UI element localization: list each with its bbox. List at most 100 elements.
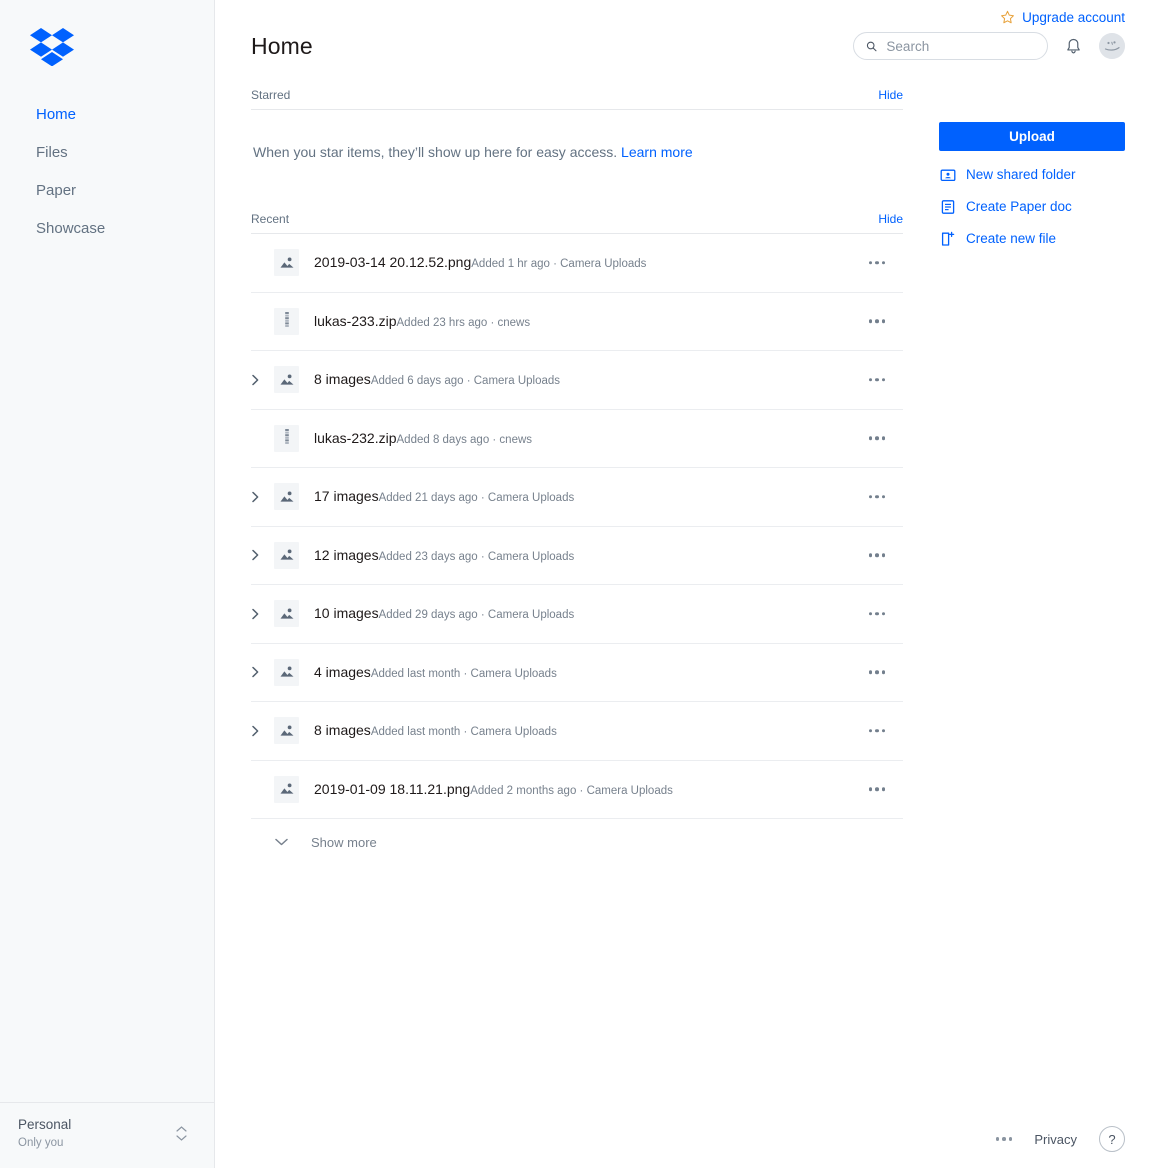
create-new-file-label: Create new file xyxy=(966,231,1057,246)
file-meta: 12 imagesAdded 23 days ago · Camera Uplo… xyxy=(314,546,903,565)
shared-folder-icon xyxy=(939,166,956,183)
table-row[interactable]: lukas-232.zipAdded 8 days ago · cnews xyxy=(251,410,903,468)
action-panel: Upload New shared folder Create Paper do… xyxy=(939,122,1125,247)
image-file-icon xyxy=(274,483,299,511)
expand-toggle[interactable] xyxy=(251,549,274,561)
avatar[interactable] xyxy=(1099,33,1125,59)
footer-more-button[interactable] xyxy=(995,1131,1013,1147)
dot xyxy=(881,612,885,616)
dropbox-logo-link[interactable] xyxy=(0,0,214,66)
sidebar-item-showcase[interactable]: Showcase xyxy=(0,210,214,248)
file-name: 17 images xyxy=(314,488,379,505)
overflow-menu-icon[interactable] xyxy=(863,489,892,505)
account-switcher[interactable]: Personal Only you xyxy=(0,1101,215,1150)
file-icon-cell xyxy=(274,717,314,745)
table-row[interactable]: 2019-03-14 20.12.52.pngAdded 1 hr ago · … xyxy=(251,234,903,293)
starred-empty-state: When you star items, they’ll show up her… xyxy=(251,110,903,160)
overflow-menu-icon[interactable] xyxy=(863,255,892,271)
content-column: Starred Hide When you star items, they’l… xyxy=(251,88,903,865)
privacy-link[interactable]: Privacy xyxy=(1034,1132,1077,1147)
sidebar: Home Files Paper Showcase Personal Only … xyxy=(0,0,215,1168)
create-paper-doc-button[interactable]: Create Paper doc xyxy=(939,198,1125,215)
expand-toggle[interactable] xyxy=(251,491,274,503)
search-box[interactable] xyxy=(853,32,1048,60)
learn-more-link[interactable]: Learn more xyxy=(621,144,693,160)
dot xyxy=(881,378,885,382)
expand-toggle[interactable] xyxy=(251,725,274,737)
table-row[interactable]: 12 imagesAdded 23 days ago · Camera Uplo… xyxy=(251,527,903,585)
image-file-icon xyxy=(280,549,293,560)
dot xyxy=(875,261,879,265)
overflow-menu-icon[interactable] xyxy=(863,431,892,447)
overflow-menu-icon[interactable] xyxy=(863,665,892,681)
dot xyxy=(875,729,879,733)
table-row[interactable]: 17 imagesAdded 21 days ago · Camera Uplo… xyxy=(251,468,903,527)
starred-hide-link[interactable]: Hide xyxy=(878,88,903,102)
file-subtitle: Added 21 days ago · Camera Uploads xyxy=(378,492,575,505)
create-new-file-button[interactable]: Create new file xyxy=(939,230,1125,247)
sidebar-item-files[interactable]: Files xyxy=(0,134,214,172)
file-icon-cell xyxy=(274,483,314,511)
file-meta: lukas-233.zipAdded 23 hrs ago · cnews xyxy=(314,312,903,331)
image-file-icon xyxy=(274,658,299,686)
dot xyxy=(875,670,879,674)
recent-hide-link[interactable]: Hide xyxy=(878,212,903,226)
file-subtitle: Added 2 months ago · Camera Uploads xyxy=(470,784,673,797)
upgrade-account-link[interactable]: Upgrade account xyxy=(1000,10,1125,25)
dropbox-logo-icon xyxy=(30,28,74,66)
file-icon-cell xyxy=(274,366,314,394)
table-row[interactable]: 10 imagesAdded 29 days ago · Camera Uplo… xyxy=(251,585,903,644)
table-row[interactable]: 2019-01-09 18.11.21.pngAdded 2 months ag… xyxy=(251,761,903,819)
image-file-icon xyxy=(274,600,299,628)
dot xyxy=(1008,1137,1013,1141)
file-icon-cell xyxy=(274,307,314,335)
upload-button[interactable]: Upload xyxy=(939,122,1125,151)
dot xyxy=(995,1137,1000,1141)
table-row[interactable]: lukas-233.zipAdded 23 hrs ago · cnews xyxy=(251,293,903,351)
user-avatar-icon xyxy=(1099,33,1125,59)
search-input[interactable] xyxy=(886,38,1035,54)
file-meta: 2019-03-14 20.12.52.pngAdded 1 hr ago · … xyxy=(314,253,903,272)
file-subtitle: Added 6 days ago · Camera Uploads xyxy=(370,375,561,388)
expand-toggle[interactable] xyxy=(251,374,274,386)
file-icon-cell xyxy=(274,658,314,686)
overflow-menu-icon[interactable] xyxy=(863,314,892,330)
chevron-right-icon xyxy=(252,550,259,561)
notifications-button[interactable] xyxy=(1064,37,1083,56)
overflow-menu-icon[interactable] xyxy=(863,606,892,622)
file-meta: lukas-232.zipAdded 8 days ago · cnews xyxy=(314,429,903,448)
dot xyxy=(881,553,885,557)
expand-toggle[interactable] xyxy=(251,608,274,620)
paper-doc-icon xyxy=(939,198,956,215)
file-name: 8 images xyxy=(314,371,371,388)
overflow-menu-icon[interactable] xyxy=(863,548,892,564)
new-shared-folder-button[interactable]: New shared folder xyxy=(939,166,1125,183)
file-name: 2019-01-09 18.11.21.png xyxy=(314,780,471,797)
file-meta: 4 imagesAdded last month · Camera Upload… xyxy=(314,663,903,682)
dot xyxy=(881,319,885,323)
table-row[interactable]: 4 imagesAdded last month · Camera Upload… xyxy=(251,644,903,702)
table-row[interactable]: 8 imagesAdded last month · Camera Upload… xyxy=(251,702,903,761)
overflow-menu-icon[interactable] xyxy=(863,372,892,388)
image-file-icon xyxy=(280,783,293,794)
table-row[interactable]: 8 imagesAdded 6 days ago · Camera Upload… xyxy=(251,351,903,410)
image-file-icon xyxy=(280,666,293,677)
show-more-button[interactable]: Show more xyxy=(251,819,903,865)
image-file-icon xyxy=(274,249,299,277)
overflow-menu-icon[interactable] xyxy=(863,782,892,798)
file-icon-cell xyxy=(274,424,314,452)
chevron-right-icon xyxy=(252,725,259,736)
help-button[interactable]: ? xyxy=(1099,1126,1125,1152)
file-meta: 10 imagesAdded 29 days ago · Camera Uplo… xyxy=(314,604,903,623)
zip-file-icon xyxy=(274,424,299,452)
image-file-icon xyxy=(280,725,293,736)
expand-toggle[interactable] xyxy=(251,666,274,678)
overflow-menu-icon[interactable] xyxy=(863,723,892,739)
file-subtitle: Added 1 hr ago · Camera Uploads xyxy=(471,258,647,271)
sidebar-item-paper[interactable]: Paper xyxy=(0,172,214,210)
main-content: Upgrade account Home Search Starred Hide… xyxy=(215,0,1151,1168)
dot xyxy=(881,670,885,674)
upgrade-account-label: Upgrade account xyxy=(1022,10,1125,25)
dot xyxy=(875,319,879,323)
sidebar-item-home[interactable]: Home xyxy=(0,96,214,134)
